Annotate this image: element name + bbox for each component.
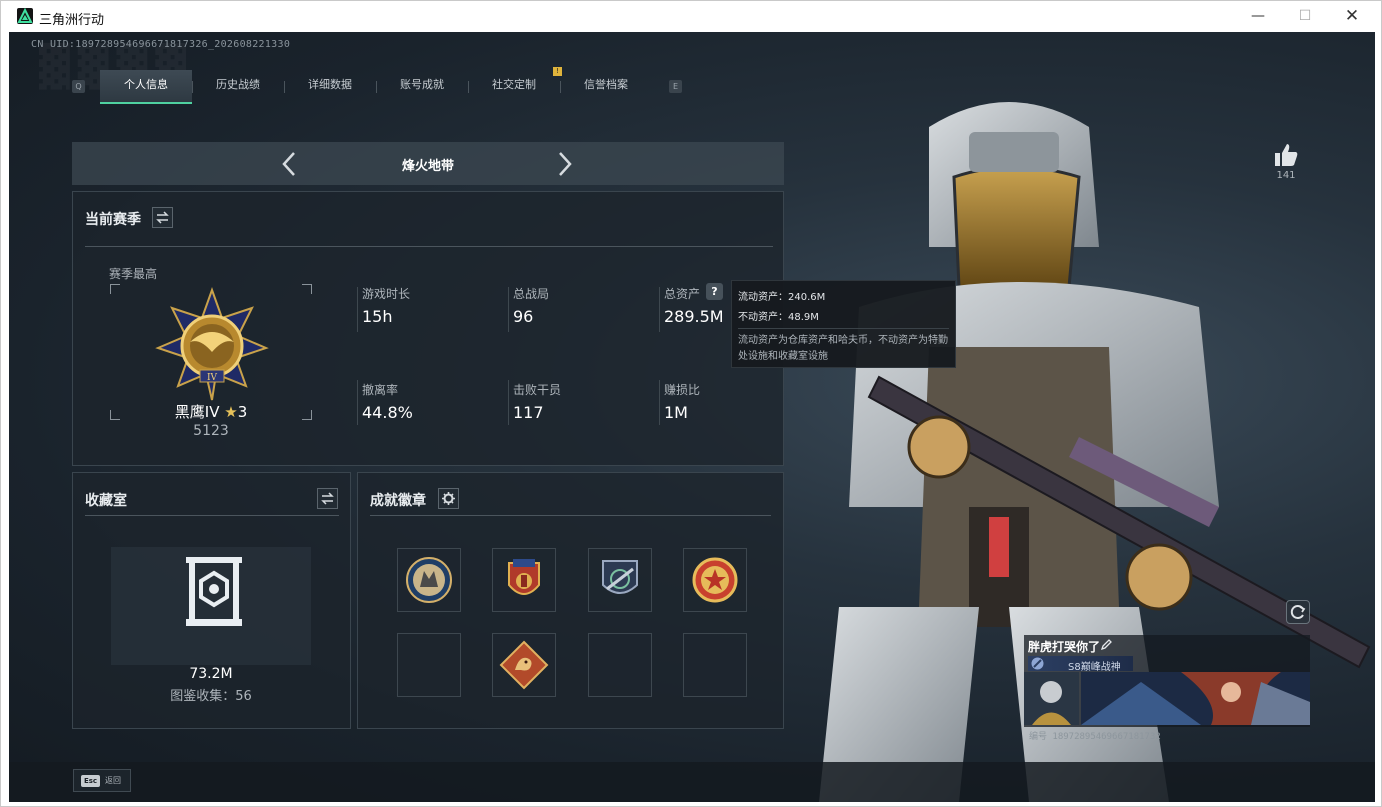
swap-icon[interactable] [317,488,338,509]
tab-history[interactable]: 历史战绩 [192,70,284,104]
achievement-badges-panel: 成就徽章 [357,472,784,729]
stat-label-total-assets: 总资产 [664,287,701,301]
help-icon[interactable]: ? [706,283,723,300]
liquid-assets-text: 流动资产：240.6M [738,292,826,303]
refresh-icon[interactable] [1286,600,1310,624]
rifle-badge-icon[interactable] [588,548,652,612]
tab-key-left[interactable]: Q [72,80,85,93]
black-hawk-rank-icon: IV [154,286,270,402]
empty-badge-slot[interactable] [397,633,461,697]
empty-badge-slot[interactable] [683,633,747,697]
namecard-banner-image [1081,672,1310,725]
stat-label-profit-ratio: 赚损比 [664,383,701,397]
star-badge-icon[interactable] [683,548,747,612]
achievements-title: 成就徽章 [370,493,426,509]
stat-label-extract-rate: 撤离率 [362,383,399,397]
tab-social-custom[interactable]: 社交定制 [468,70,560,104]
svg-text:IV: IV [207,373,218,383]
title-bar: 三角洲行动 — ☐ ✕ [1,1,1381,32]
back-button[interactable]: Esc 返回 [73,769,131,792]
player-title-badge: S8巅峰战神 [1028,656,1133,673]
swap-icon[interactable] [152,207,173,228]
uid-text: CN UID:18972895469667181732​6_2026082213… [31,39,291,50]
dragon-badge-icon[interactable] [492,633,556,697]
player-namecard[interactable]: 胖虎打哭你了 S8巅峰战神 [1024,635,1310,727]
bottom-bar [9,762,1375,802]
tab-key-right[interactable]: E [669,80,682,93]
vault-icon [183,555,245,629]
player-name: 胖虎打哭你了 [1028,640,1101,654]
current-season-panel: 当前赛季 赛季最高 IV 黑鹰IV ★3 5123 游戏时长 15h 总战局 9… [72,191,784,466]
gear-icon[interactable] [438,488,459,509]
mode-selector: 烽火地带 [72,142,784,185]
stat-value-profit-ratio: 1M [664,403,688,422]
collection-value: 73.2M [189,666,233,682]
season-title: 当前赛季 [85,212,141,228]
stat-value-matches: 96 [513,307,534,326]
close-button[interactable]: ✕ [1337,5,1367,27]
stat-value-extract-rate: 44.8% [362,403,413,422]
empty-badge-slot[interactable] [588,633,652,697]
stat-label-playtime: 游戏时长 [362,287,411,301]
asset-description: 流动资产为仓库资产和哈夫币，不动资产为特勤处设施和收藏室设施 [738,335,948,362]
minimize-button[interactable]: — [1243,5,1273,27]
window-title: 三角洲行动 [39,13,105,28]
stat-value-kills: 117 [513,403,544,422]
like-count: 141 [1276,170,1296,181]
fixed-assets-text: 不动资产：48.9M [738,312,819,323]
player-avatar [1024,672,1079,725]
player-id: 编号 1897289546966718173​2 [1029,732,1161,742]
profile-tabs: 个人信息 历史战绩 详细数据 账号成就 社交定制 信誉档案 [100,70,652,104]
stat-value-playtime: 15h [362,307,393,326]
tab-credit-record[interactable]: 信誉档案 [560,70,652,104]
collection-title: 收藏室 [85,493,127,509]
chevron-right-icon[interactable] [552,150,576,178]
back-label: 返回 [105,776,121,785]
rank-score: 5123 [193,423,229,439]
wolf-badge-icon[interactable] [397,548,461,612]
rank-name: 黑鹰IV ★3 [174,403,248,421]
stat-label-kills: 击败干员 [513,383,562,397]
tab-detailed-data[interactable]: 详细数据 [284,70,376,104]
edit-pencil-icon[interactable] [1100,638,1113,651]
game-viewport: ▓▓▓▓ CN UID:18972895469667181732​6_20260… [9,32,1375,802]
collection-room-panel[interactable]: 收藏室 73.2M 图鉴收集：56 [72,472,351,729]
tab-achievements[interactable]: 账号成就 [376,70,468,104]
stat-value-total-assets: 289.5M [664,307,724,326]
collection-count: 图鉴收集：56 [170,689,252,704]
asset-tooltip: 流动资产：240.6M 不动资产：48.9M 流动资产为仓库资产和哈夫币，不动资… [731,280,956,368]
star-icon: ★ [224,403,238,421]
maximize-button[interactable]: ☐ [1290,5,1320,27]
title-emblem-icon [1030,656,1045,671]
delta-logo-icon [17,8,33,24]
eagle-shield-badge-icon[interactable] [492,548,556,612]
game-window: 三角洲行动 — ☐ ✕ ▓▓▓▓ CN UID:1897289546966718… [0,0,1382,807]
panel-divider [85,246,773,247]
season-best-label: 赛季最高 [109,267,158,281]
player-title: S8巅峰战神 [1068,662,1121,673]
notification-badge: ! [553,67,562,76]
stat-label-matches: 总战局 [513,287,550,301]
mode-title: 烽火地带 [401,159,454,174]
esc-key-hint: Esc [81,775,100,787]
thumbs-up-icon[interactable] [1271,140,1301,170]
tab-personal-info[interactable]: 个人信息 [100,70,192,104]
